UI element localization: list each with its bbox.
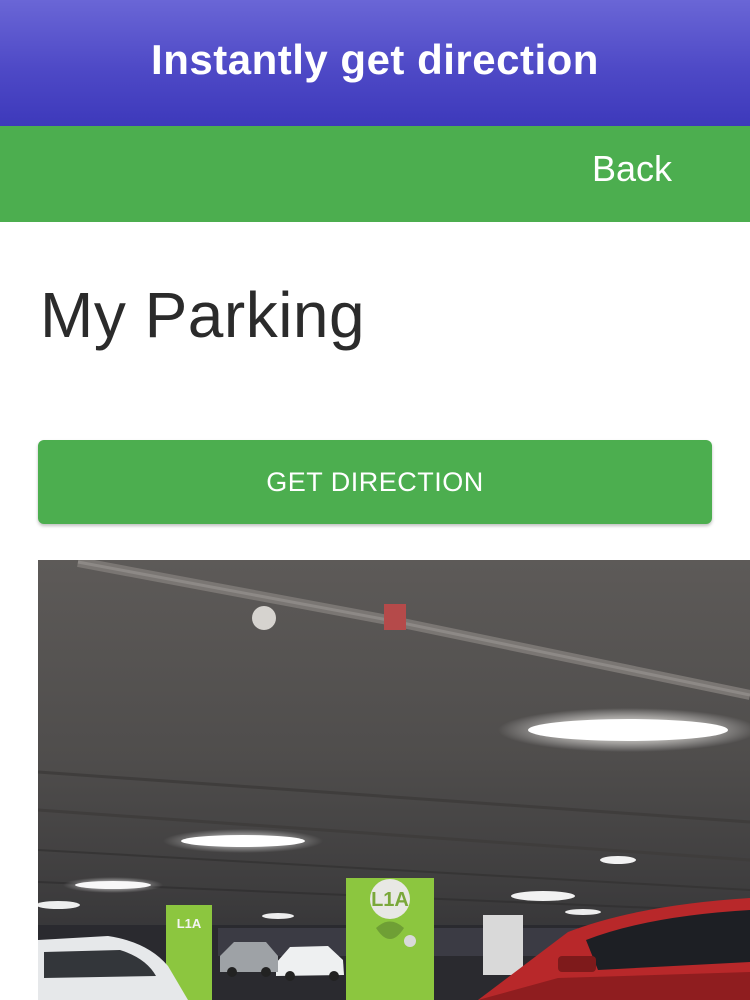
background-pillar xyxy=(483,915,523,975)
parking-photo: L1A L1A xyxy=(38,560,750,1000)
banner-title: Instantly get direction xyxy=(151,36,599,83)
pipe-valve xyxy=(384,604,406,630)
nav-bar: Back xyxy=(0,126,750,222)
app-screen: Instantly get direction Back My Parking … xyxy=(0,0,750,1000)
promo-banner: Instantly get direction xyxy=(0,0,750,126)
back-button[interactable]: Back xyxy=(592,148,672,190)
smoke-detector xyxy=(252,606,276,630)
get-direction-button[interactable]: GET DIRECTION xyxy=(38,440,712,524)
pillar-sign-right: L1A xyxy=(371,889,409,911)
page-title: My Parking xyxy=(40,279,366,351)
pillar-sign-left: L1A xyxy=(177,916,202,931)
